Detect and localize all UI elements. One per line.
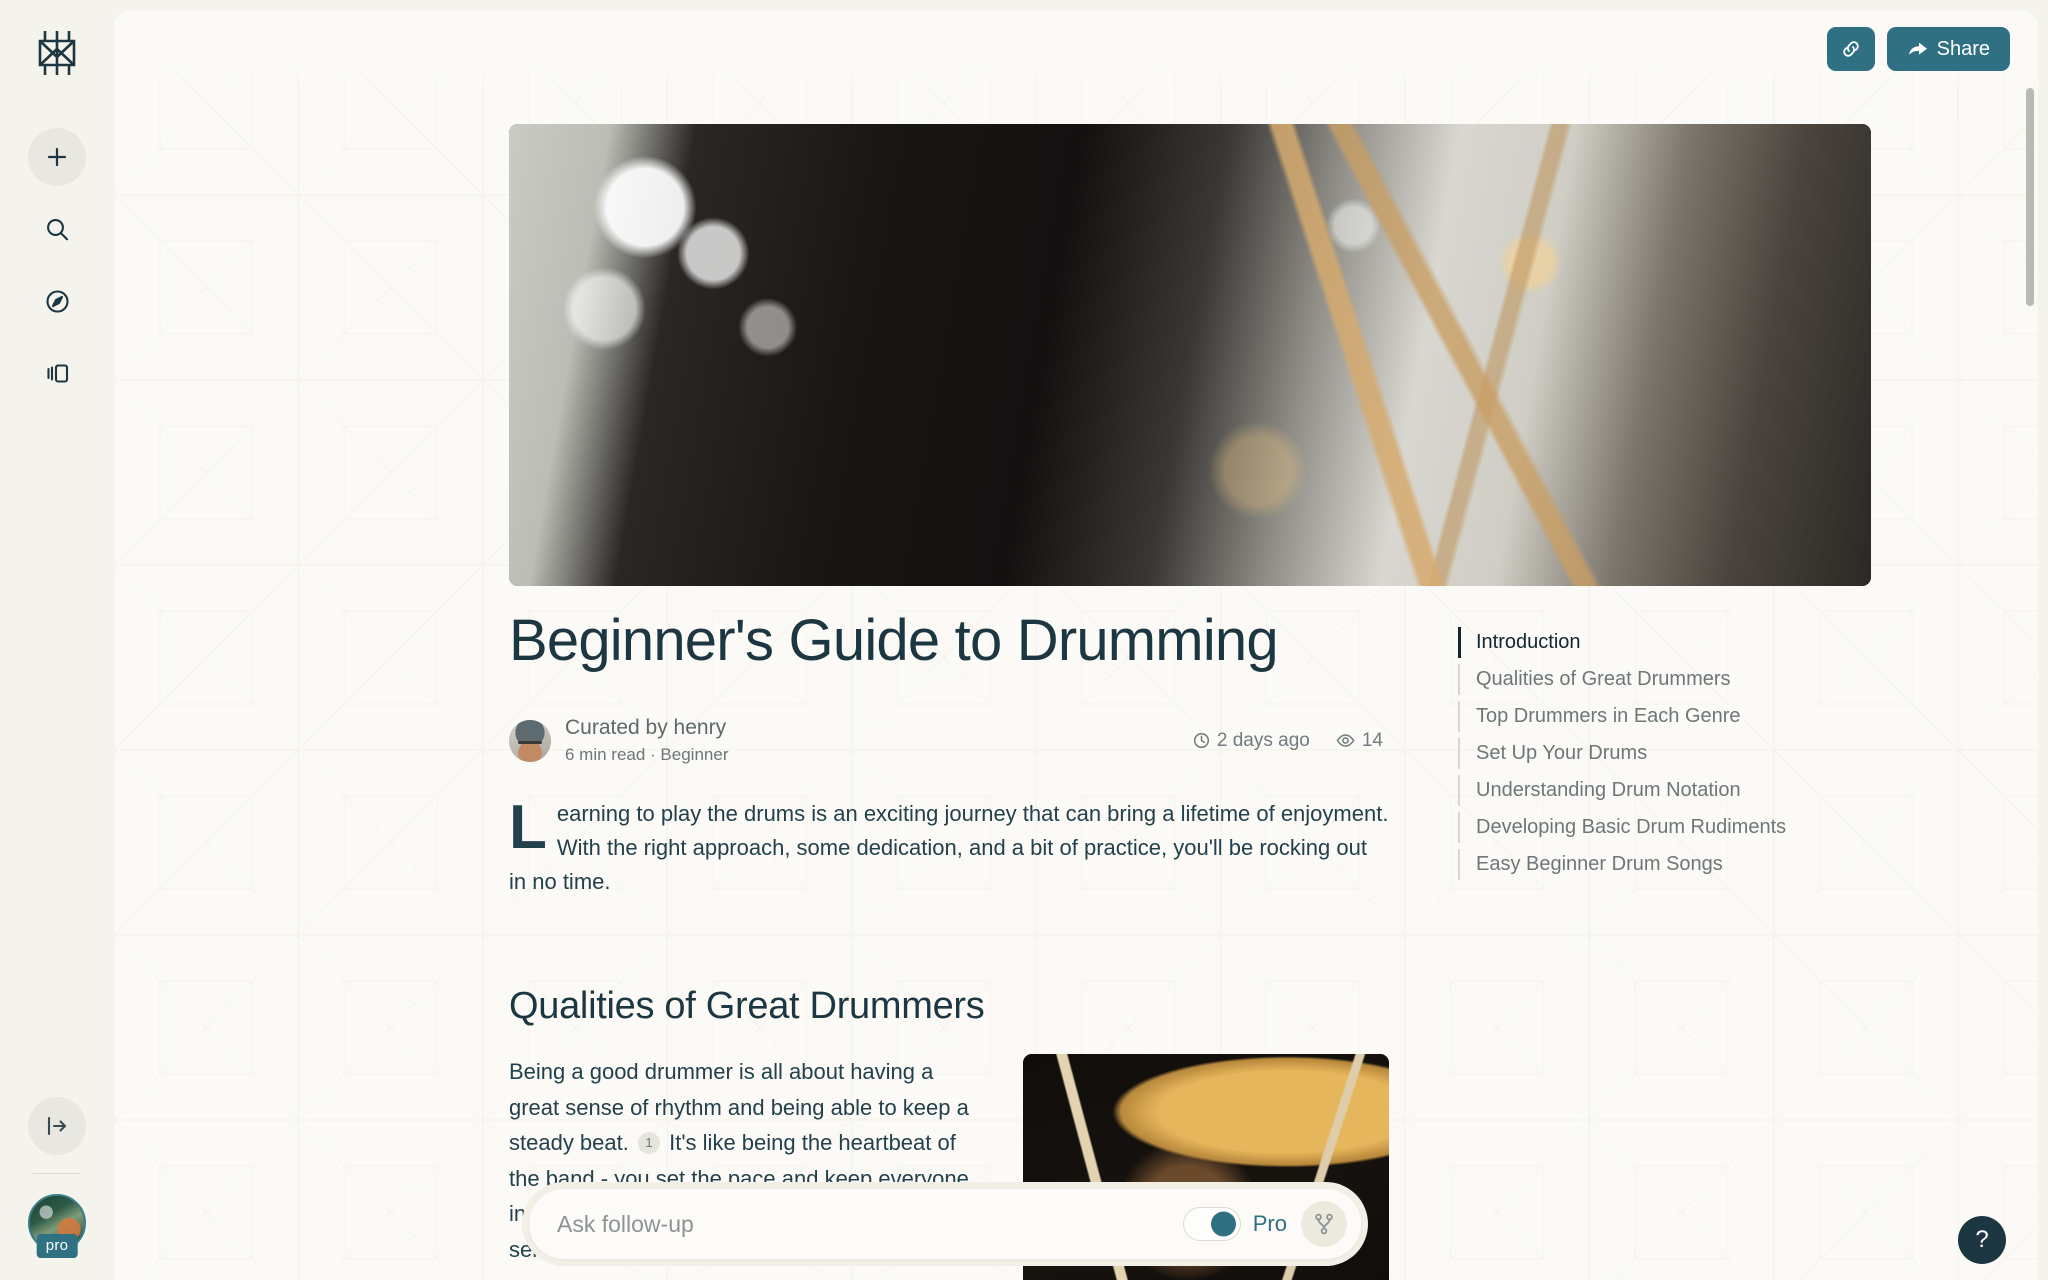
toc-item-3[interactable]: Set Up Your Drums [1458, 735, 1878, 772]
sidebar-item-new-thread[interactable] [28, 128, 86, 186]
toc-item-0[interactable]: Introduction [1458, 624, 1878, 661]
sidebar-item-search[interactable] [28, 200, 86, 258]
followup-container: Pro [522, 1182, 1368, 1266]
top-bar: Share [114, 10, 2038, 88]
article-body: Beginner's Guide to Drumming Curated by … [509, 608, 1389, 1280]
toc-label: Developing Basic Drum Rudiments [1476, 816, 1787, 838]
perplexity-logo-icon[interactable] [20, 16, 94, 90]
app-root: pro Share Beginner's Guide to Drumming C… [0, 0, 2048, 1280]
fork-branch-icon[interactable] [1301, 1201, 1347, 1247]
drop-cap: L [509, 792, 547, 862]
byline: Curated by henry 6 min read · Beginner 2… [509, 715, 1389, 767]
left-sidebar: pro [0, 0, 114, 1280]
toc-item-6[interactable]: Easy Beginner Drum Songs [1458, 846, 1878, 883]
toc-label: Set Up Your Drums [1476, 742, 1648, 764]
page-title: Beginner's Guide to Drumming [509, 608, 1279, 673]
scrollbar-thumb[interactable] [2026, 88, 2034, 306]
toc-item-2[interactable]: Top Drummers in Each Genre [1458, 698, 1878, 735]
sidebar-item-library[interactable] [28, 344, 86, 402]
expand-sidebar-icon[interactable] [28, 1097, 86, 1155]
section-heading-qualities: Qualities of Great Drummers [509, 984, 985, 1027]
sidebar-bottom: pro [28, 1097, 86, 1258]
account-avatar[interactable]: pro [28, 1194, 86, 1258]
copy-link-button[interactable] [1826, 27, 1875, 71]
pro-toggle[interactable] [1182, 1207, 1241, 1241]
toc-label: Qualities of Great Drummers [1476, 668, 1731, 690]
table-of-contents: Introduction Qualities of Great Drummers… [1458, 624, 1878, 883]
help-button[interactable]: ? [1958, 1216, 2006, 1264]
citation-1[interactable]: 1 [638, 1131, 660, 1154]
article-meta: 2 days ago 14 [1193, 730, 1389, 752]
followup-bar: Pro [529, 1189, 1361, 1259]
sidebar-divider [33, 1173, 81, 1174]
clock-icon [1193, 733, 1209, 749]
eye-icon [1336, 734, 1355, 747]
curator-avatar[interactable] [509, 719, 551, 762]
share-button[interactable]: Share [1886, 27, 2010, 71]
timestamp: 2 days ago [1193, 730, 1310, 752]
pro-badge: pro [36, 1234, 78, 1258]
toc-label: Top Drummers in Each Genre [1476, 705, 1741, 727]
toc-item-1[interactable]: Qualities of Great Drummers [1458, 661, 1878, 698]
main-panel: Share Beginner's Guide to Drumming Curat… [114, 10, 2038, 1280]
share-arrow-icon [1908, 42, 1927, 55]
intro-paragraph: Learning to play the drums is an excitin… [509, 792, 1389, 899]
pro-label: Pro [1252, 1211, 1287, 1236]
curator-name: Curated by henry [565, 715, 727, 739]
view-count: 14 [1336, 730, 1383, 752]
toc-label: Introduction [1476, 631, 1581, 653]
toc-label: Understanding Drum Notation [1476, 779, 1741, 801]
view-count-label: 14 [1361, 729, 1383, 751]
toc-item-4[interactable]: Understanding Drum Notation [1458, 772, 1878, 809]
sidebar-primary-actions [28, 128, 86, 402]
scroll-content: Beginner's Guide to Drumming Curated by … [114, 10, 2038, 1280]
toc-item-5[interactable]: Developing Basic Drum Rudiments [1458, 809, 1878, 846]
timestamp-label: 2 days ago [1216, 729, 1310, 751]
scrollbar[interactable] [2025, 88, 2035, 1280]
sidebar-item-discover[interactable] [28, 272, 86, 330]
toc-label: Easy Beginner Drum Songs [1476, 853, 1723, 875]
followup-input[interactable] [557, 1210, 1183, 1238]
share-label: Share [1936, 37, 1990, 60]
hero-image [509, 124, 1871, 586]
read-time-level: 6 min read · Beginner [565, 744, 729, 764]
intro-text: earning to play the drums is an exciting… [509, 800, 1389, 894]
